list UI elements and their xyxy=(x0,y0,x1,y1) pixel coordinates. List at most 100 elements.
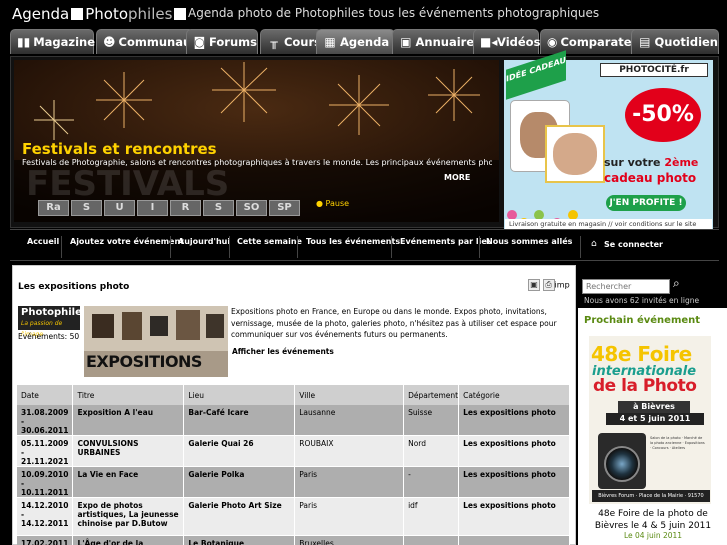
site-logo[interactable]: Agenda Photophiles xyxy=(12,5,188,23)
event-city: ROUBAIX xyxy=(294,435,405,467)
slide-description: Festivals de Photographie, salons et ren… xyxy=(22,158,492,167)
page-title: Les expositions photo xyxy=(18,282,130,292)
ad-cta-button[interactable]: J'EN PROFITE ! xyxy=(606,195,686,211)
tab-communaute[interactable]: ☻ Communauté xyxy=(96,29,204,54)
ad-offer-line1: sur votre 2ème xyxy=(604,156,698,169)
search-input[interactable] xyxy=(582,279,670,294)
calendar-icon: ▦ xyxy=(324,34,336,49)
event-venue[interactable]: Bar-Café Icare xyxy=(183,405,296,436)
slide-more-link[interactable]: MORE xyxy=(444,173,470,182)
menu-item-nous-sommes-alles[interactable]: Nous sommes allés xyxy=(486,237,572,246)
event-category[interactable]: Les expositions photo xyxy=(458,497,570,536)
event-department: Suisse xyxy=(403,405,460,436)
menu-item-tous-evenements[interactable]: Tous les événements xyxy=(306,237,400,246)
event-title[interactable]: La Vie en Face xyxy=(72,466,185,498)
menu-item-accueil[interactable]: Accueil xyxy=(27,237,59,246)
event-title[interactable]: L'Âge d'or de la xyxy=(72,535,185,545)
next-event-heading: Prochain événement xyxy=(584,315,701,326)
event-date: 05.11.2009 - 21.11.2021 xyxy=(17,435,74,467)
photophiles-logo: Photophiles La passion de l'image xyxy=(18,306,88,338)
event-venue[interactable]: Galerie Quai 26 xyxy=(183,435,296,467)
next-event-caption[interactable]: 48e Foire de la photo de Bièvres le 4 & … xyxy=(582,508,724,532)
event-date: 14.12.2010 - 14.12.2011 xyxy=(17,497,74,536)
pause-label: Pause xyxy=(325,199,350,208)
event-title[interactable]: Expo de photos artistiques, La jeunesse … xyxy=(72,497,185,536)
video-camera-icon: ■◂ xyxy=(480,34,498,49)
event-department: Nord xyxy=(403,435,460,467)
newspaper-icon: ▤ xyxy=(639,34,651,49)
page-tools: ▣ ⎙ imp xyxy=(528,279,570,292)
ad-offer-prefix: sur votre xyxy=(604,156,665,169)
slide-thumbnails: Ra S U I R S SO SP xyxy=(28,200,313,216)
slide-thumbnail[interactable]: S xyxy=(203,200,234,216)
tab-quotidien[interactable]: ▤ Quotidien xyxy=(631,29,719,54)
table-row[interactable]: 14.12.2010 - 14.12.2011 Expo de photos a… xyxy=(17,497,570,536)
slide-thumbnail[interactable]: S xyxy=(71,200,102,216)
table-row[interactable]: 10.09.2010 - 10.11.2011 La Vie en Face G… xyxy=(17,466,570,498)
next-event-date: Le 04 juin 2011 xyxy=(623,531,683,540)
event-venue[interactable]: Galerie Polka xyxy=(183,466,296,498)
tab-magazine[interactable]: ▮▮ Magazine xyxy=(10,29,95,54)
search-icon[interactable]: ⌕ xyxy=(673,276,687,290)
ad-brand-logo: PHOTOCITÉ.fr xyxy=(600,63,708,77)
show-events-link[interactable]: Afficher les événements xyxy=(232,347,334,356)
column-header-date[interactable]: Date xyxy=(17,385,74,405)
event-title[interactable]: Exposition A l'eau xyxy=(72,405,185,436)
frame-photo xyxy=(553,133,597,175)
menu-divider xyxy=(297,236,298,258)
event-category[interactable]: Les expositions photo xyxy=(458,435,570,467)
chat-bubble-icon: ◙ xyxy=(193,34,206,49)
ad-discount-badge: -50% xyxy=(625,88,701,142)
slide-title[interactable]: Festivals et rencontres xyxy=(22,140,217,158)
table-row[interactable]: 17.02.2011 - L'Âge d'or de la Le Botaniq… xyxy=(17,535,570,545)
poster-title-line3: de la Photo xyxy=(593,376,697,396)
event-venue[interactable]: Le Botanique xyxy=(183,535,296,545)
lock-icon: ⌂ xyxy=(591,239,597,249)
column-header-titre[interactable]: Titre xyxy=(72,385,185,405)
slide-thumbnail[interactable]: SP xyxy=(269,200,300,216)
tab-cours[interactable]: ╥ Cours xyxy=(260,29,322,54)
people-icon: ☻ xyxy=(103,34,116,49)
slide-thumbnail[interactable]: I xyxy=(137,200,168,216)
tab-comparateur[interactable]: ◉ Comparateur xyxy=(540,29,645,54)
slide-thumbnail[interactable]: SO xyxy=(236,200,267,216)
tripod-icon: ╥ xyxy=(270,34,278,49)
table-row[interactable]: 05.11.2009 - 21.11.2021 CONVULSIONS URBA… xyxy=(17,435,570,467)
table-row[interactable]: 31.08.2009 - 30.06.2011 Exposition A l'e… xyxy=(17,405,570,436)
event-title[interactable]: CONVULSIONS URBAINES xyxy=(72,435,185,467)
category-description: Expositions photo en France, en Europe o… xyxy=(231,307,557,339)
column-header-departement[interactable]: Département xyxy=(403,385,460,405)
slide-thumbnail[interactable]: U xyxy=(104,200,135,216)
print-label[interactable]: imp xyxy=(555,281,570,290)
poster-dates: 4 et 5 juin 2011 xyxy=(606,413,704,425)
main-nav: ▮▮ Magazine ☻ Communauté ◙ Forums ╥ Cour… xyxy=(10,29,719,54)
events-table: Date Titre Lieu Ville Département Catégo… xyxy=(17,385,570,545)
login-link[interactable]: Se connecter xyxy=(604,240,663,249)
column-header-categorie[interactable]: Catégorie xyxy=(458,385,570,405)
tab-agenda[interactable]: ▦ Agenda xyxy=(316,29,395,54)
tab-annuaires[interactable]: ▣ Annuaires xyxy=(392,29,482,54)
events-count: Evénements: 50 xyxy=(18,332,80,341)
menu-item-aujourdhui[interactable]: Aujourd'hui xyxy=(178,237,230,246)
print-icon[interactable]: ⎙ xyxy=(542,279,555,291)
menu-divider xyxy=(580,236,581,258)
logo-word-photo: Photo xyxy=(85,5,129,23)
slideshow-pause-button[interactable]: ● Pause xyxy=(316,199,349,208)
column-header-ville[interactable]: Ville xyxy=(294,385,405,405)
tab-videos[interactable]: ■◂ Vidéos xyxy=(473,29,540,54)
slide-thumbnail[interactable]: Ra xyxy=(38,200,69,216)
pdf-icon[interactable]: ▣ xyxy=(528,279,540,291)
event-category[interactable]: Les expositions photo xyxy=(458,466,570,498)
menu-item-ajoutez-evenement[interactable]: Ajoutez votre événement xyxy=(70,237,184,246)
column-header-lieu[interactable]: Lieu xyxy=(183,385,296,405)
ad-footer: Livraison gratuite en magasin // voir co… xyxy=(505,219,712,229)
event-category[interactable]: Les expositions photo xyxy=(458,405,570,436)
event-city: Bruxelles xyxy=(294,535,405,545)
slide-thumbnail[interactable]: R xyxy=(170,200,201,216)
event-category[interactable] xyxy=(458,535,570,545)
menu-divider xyxy=(61,236,62,258)
menu-item-cette-semaine[interactable]: Cette semaine xyxy=(237,237,302,246)
tab-forums[interactable]: ◙ Forums xyxy=(186,29,258,54)
logo-square-icon xyxy=(71,8,84,20)
event-venue[interactable]: Galerie Photo Art Size xyxy=(183,497,296,536)
